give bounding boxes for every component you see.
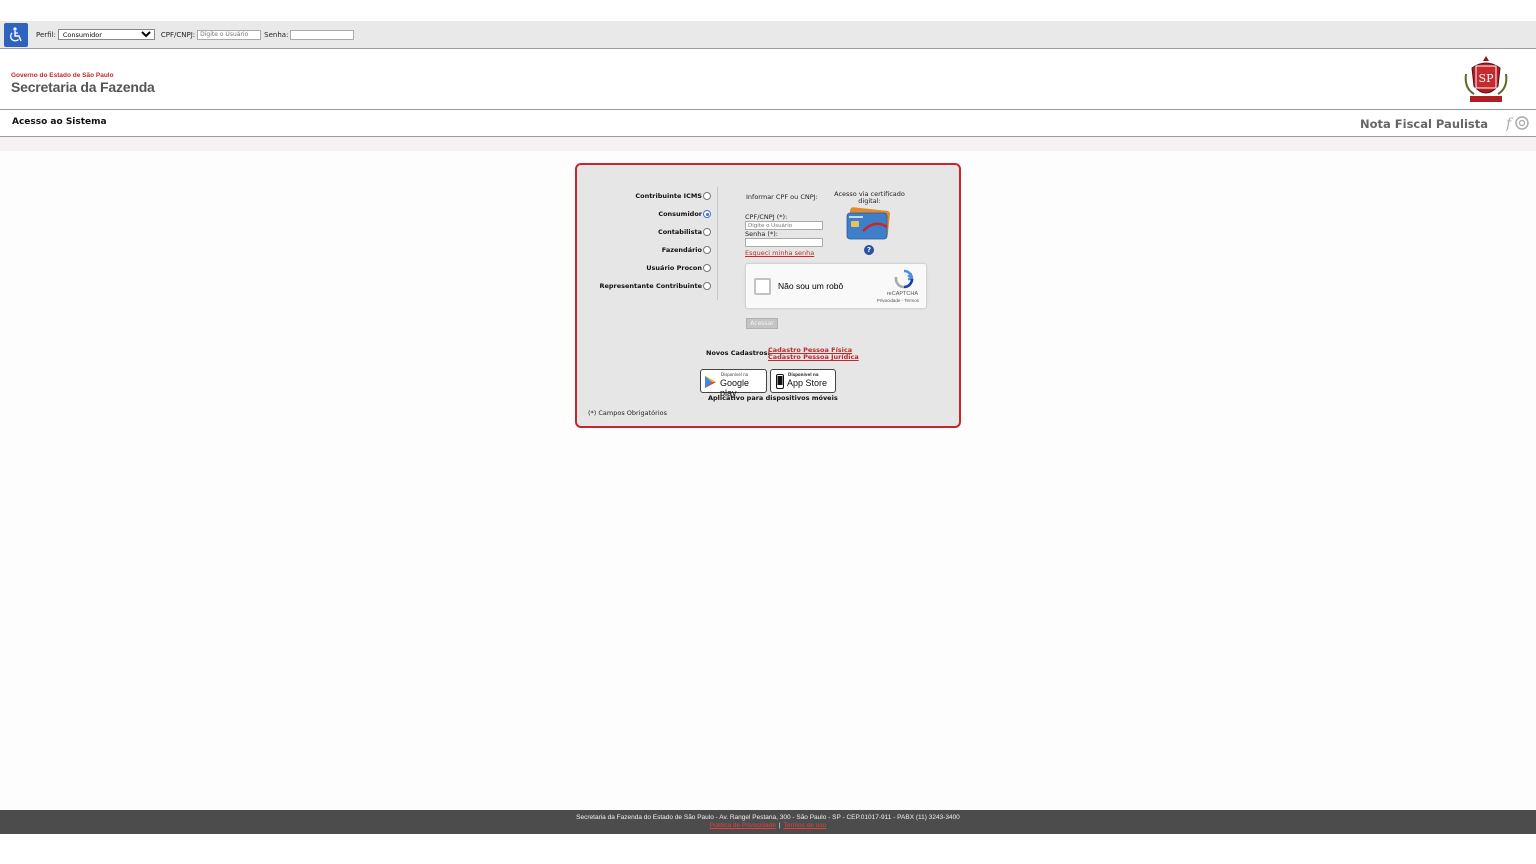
footer-separator: | <box>778 822 781 829</box>
profile-label: Fazendário <box>661 246 702 254</box>
profile-usuario-procon[interactable]: Usuário Procon <box>646 264 711 272</box>
cert-label: Acesso via certificado digital: <box>834 190 905 205</box>
profile-label: Usuário Procon <box>646 264 702 272</box>
profile-label: Contribuinte ICMS <box>635 192 702 200</box>
phone-icon <box>776 374 784 389</box>
required-note: (*) Campos Obrigatórios <box>588 409 667 417</box>
svg-text:SP: SP <box>1479 72 1495 85</box>
apple-small-text: Disponível na <box>788 372 819 377</box>
gov-text: Governo do Estado de São Paulo <box>11 72 114 79</box>
profile-radio[interactable] <box>703 264 711 272</box>
password-input[interactable] <box>745 238 823 247</box>
sp-crest-logo: SP <box>1464 56 1508 102</box>
profile-radio[interactable] <box>703 246 711 254</box>
perfil-select[interactable]: Consumidor <box>57 29 155 40</box>
cpf-cnpj-input[interactable] <box>745 221 823 230</box>
profile-label: Representante Contribuinte <box>599 282 702 290</box>
captcha-brand: reCAPTCHA <box>886 291 918 297</box>
novos-cadastros-label: Novos Cadastros: <box>706 349 771 357</box>
decorative-stripe <box>0 137 1536 151</box>
terms-link[interactable]: Termos de uso <box>784 822 827 829</box>
cpf-input[interactable] <box>197 29 262 40</box>
senha-label: Senha: <box>264 30 289 39</box>
profile-label: Consumidor <box>658 210 702 218</box>
footer-address: Secretaria da Fazenda do Estado de São P… <box>576 814 960 821</box>
google-play-icon <box>705 376 716 388</box>
forgot-password-link[interactable]: Esqueci minha senha <box>745 249 814 257</box>
captcha-links[interactable]: Privacidade - Termos <box>877 298 919 303</box>
inform-label: Informar CPF ou CNPJ: <box>746 193 818 201</box>
profile-radio[interactable] <box>703 228 711 236</box>
profile-radio[interactable] <box>703 210 711 218</box>
profile-consumidor[interactable]: Consumidor <box>658 210 711 218</box>
bottom-spacer <box>0 834 1536 864</box>
google-small-text: Disponível na <box>721 372 749 377</box>
cpf-field-label: CPF/CNPJ (*): <box>745 213 788 221</box>
senha-field-label: Senha (*): <box>745 230 778 238</box>
profile-fazendario[interactable]: Fazendário <box>662 246 711 254</box>
captcha-checkbox[interactable] <box>754 278 771 295</box>
senha-input[interactable] <box>290 29 355 40</box>
quick-login-bar: Perfil: Consumidor CPF/CNPJ: Senha: <box>0 21 1536 49</box>
recaptcha-icon <box>894 269 914 289</box>
site-header: Governo do Estado de São Paulo Secretari… <box>0 49 1536 110</box>
help-icon[interactable]: ? <box>864 245 874 255</box>
svg-text:f: f <box>1506 116 1514 131</box>
cpf-label: CPF/CNPJ: <box>160 30 196 39</box>
nfp-logo-icon: f <box>1506 116 1529 131</box>
app-store-button[interactable]: Disponível na App Store <box>770 369 836 393</box>
profile-representante-contribuinte[interactable]: Representante Contribuinte <box>599 282 711 290</box>
sef-logo-text: Secretaria da Fazenda <box>11 79 155 95</box>
captcha-label: Não sou um robô <box>778 281 844 291</box>
google-play-button[interactable]: Disponível na Google play <box>700 369 767 398</box>
app-title: Nota Fiscal Paulista <box>1359 117 1488 131</box>
page-title: Acesso ao Sistema <box>12 117 107 127</box>
login-panel: Contribuinte ICMS Consumidor Contabilist… <box>575 163 961 428</box>
perfil-label: Perfil: <box>36 30 56 39</box>
app-caption: Aplicativo para dispositivos móveis <box>708 394 838 402</box>
accessibility-icon[interactable] <box>4 22 28 47</box>
profile-contribuinte-icms[interactable]: Contribuinte ICMS <box>635 192 711 200</box>
profile-radio[interactable] <box>703 192 711 200</box>
title-bar: Acesso ao Sistema Nota Fiscal Paulista f <box>0 110 1536 137</box>
profile-label: Contabilista <box>657 228 702 236</box>
recaptcha-widget: Não sou um robô reCAPTCHA Privacidade - … <box>745 263 927 309</box>
profile-selector: Contribuinte ICMS Consumidor Contabilist… <box>577 187 718 300</box>
top-spacer <box>0 0 1536 21</box>
apple-big-text: App Store <box>787 378 828 388</box>
submit-button[interactable]: Acessar <box>746 318 778 329</box>
certificate-card-icon[interactable] <box>845 207 893 243</box>
profile-radio[interactable] <box>703 282 711 290</box>
profile-contabilista[interactable]: Contabilista <box>658 228 711 236</box>
privacy-policy-link[interactable]: Política de Privacidade <box>710 822 776 829</box>
site-footer: Secretaria da Fazenda do Estado de São P… <box>0 810 1536 834</box>
cadastro-pj-link[interactable]: Cadastro Pessoa Jurídica <box>768 353 859 361</box>
footer-links: Política de Privacidade | Termos de uso <box>0 822 1536 829</box>
